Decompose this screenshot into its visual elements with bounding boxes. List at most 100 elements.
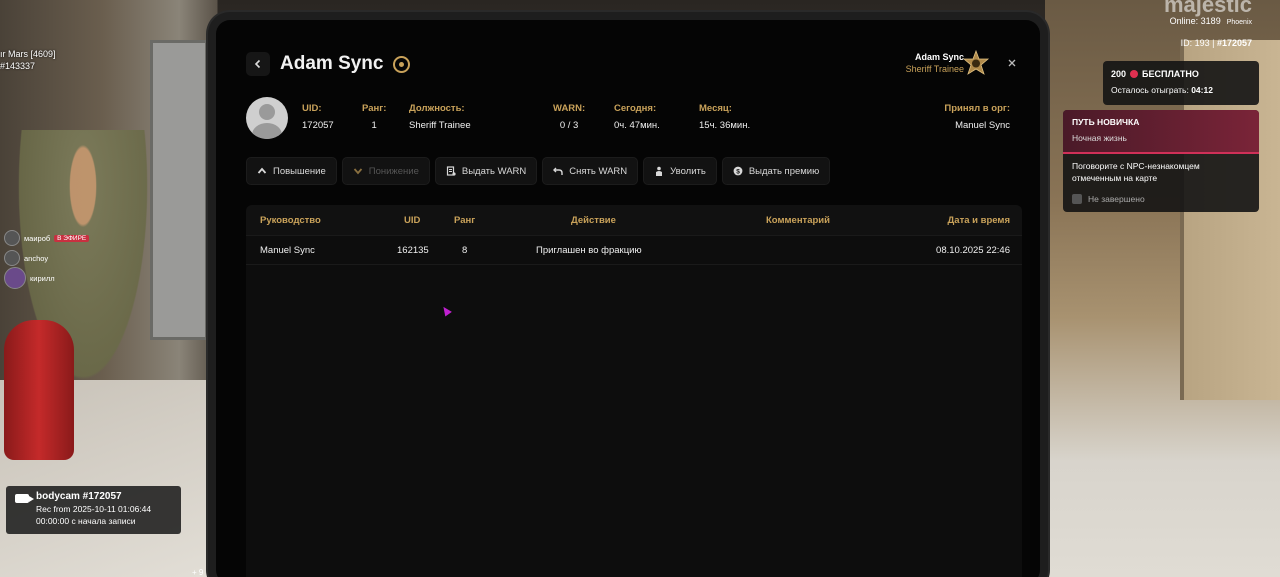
voice-list: маироб В ЭФИРЕ anchoy кирилл [4, 228, 90, 289]
table-header: Руководство UID Ранг Действие Комментари… [246, 205, 1022, 235]
cell-manager: Manuel Sync [260, 244, 315, 256]
stat-month: Месяц: 15ч. 36мин. [699, 103, 750, 131]
col-header-rank: Ранг [454, 214, 476, 226]
voice-item-name: маироб [24, 233, 51, 243]
server-info: majestic Online: 3189 Phoenix ID: 193 | #… [1164, 0, 1252, 48]
col-header-datetime: Дата и время [947, 214, 1010, 226]
stat-warn: WARN: 0 / 3 [553, 103, 585, 131]
col-header-uid: UID [404, 214, 421, 226]
stat-value: Manuel Sync [955, 120, 1010, 131]
col-header-manager: Руководство [260, 214, 321, 226]
nearby-player-id: #143337 [0, 61, 36, 71]
checkbox-icon [1072, 194, 1082, 204]
stat-uid: UID: 172057 [302, 103, 334, 131]
sheriff-badge-icon [962, 50, 990, 78]
stat-label: WARN: [553, 103, 586, 114]
warn-doc-icon [446, 166, 456, 176]
stat-accepted-by: Принял в орг: Manuel Sync [944, 103, 1010, 131]
close-button[interactable] [1004, 56, 1020, 72]
stat-rank: Ранг: 1 [362, 103, 386, 131]
stat-label: Должность: [409, 103, 465, 114]
avatar [4, 230, 20, 246]
promote-button[interactable]: Повышение [246, 157, 337, 185]
cell-rank: 8 [462, 244, 468, 256]
give-bonus-button[interactable]: $ Выдать премию [721, 157, 831, 185]
chevron-left-icon [254, 59, 261, 69]
stat-value: 1 [371, 120, 377, 131]
on-air-badge: В ЭФИРЕ [54, 234, 90, 242]
voice-item-name: кирилл [30, 273, 55, 283]
nearby-player-tag: ır Mars [4609] #143337 [0, 48, 56, 72]
stat-label: Сегодня: [614, 103, 657, 114]
avatar [4, 267, 26, 289]
stat-label: Принял в орг: [944, 103, 1010, 114]
history-table: Руководство UID Ранг Действие Комментари… [246, 205, 1022, 577]
nearby-player-name: ır Mars [4609] [0, 49, 56, 59]
demote-button[interactable]: Понижение [341, 157, 430, 185]
fire-user-icon [654, 166, 664, 176]
voice-item-name: anchoy [24, 253, 49, 263]
back-button[interactable] [246, 52, 270, 76]
give-warn-button[interactable]: Выдать WARN [434, 157, 538, 185]
current-user-rank: Sheriff Trainee [905, 64, 964, 74]
quest-status: Не завершено [1063, 190, 1259, 208]
stat-label: Ранг: [362, 103, 387, 114]
bodycam-rec: Rec from 2025-10-11 01:06:44 [36, 504, 152, 514]
page-header: Adam Sync [246, 52, 411, 76]
stat-label: UID: [302, 103, 322, 114]
player-id-prefix: ID: 193 | [1180, 38, 1215, 48]
quest-panel: ПУТЬ НОВИЧКА Ночная жизнь Поговорите с N… [1063, 110, 1259, 212]
chevron-down-icon [353, 166, 363, 176]
remove-warn-button[interactable]: Снять WARN [542, 157, 639, 185]
coin-icon [1130, 70, 1139, 78]
electrical-panel [150, 40, 208, 340]
chevron-up-icon [257, 166, 267, 176]
voice-item: anchoy [4, 248, 89, 268]
player-id-value: #172057 [1216, 38, 1252, 48]
voice-item: маироб В ЭФИРЕ [4, 228, 90, 248]
undo-icon [553, 166, 563, 176]
stat-value: 0ч. 47мин. [614, 120, 660, 131]
avatar [246, 97, 288, 139]
stat-value: 15ч. 36мин. [699, 120, 751, 131]
remove-warn-label: Снять WARN [569, 165, 628, 177]
cell-action: Приглашен во фракцию [536, 244, 642, 256]
fire-extinguisher [4, 320, 74, 460]
svg-text:$: $ [736, 168, 740, 175]
free-reward-panel: 200 БЕСПЛАТНО Осталось отыграть: 04:12 [1103, 61, 1259, 105]
free-amount: 200 [1111, 69, 1127, 79]
server-logo: majestic [1163, 0, 1252, 17]
give-warn-label: Выдать WARN [461, 165, 527, 177]
demote-label: Понижение [368, 165, 419, 177]
free-label: БЕСПЛАТНО [1142, 69, 1199, 79]
current-user-name: Adam Sync [914, 52, 964, 62]
give-bonus-label: Выдать премию [748, 165, 820, 177]
close-icon [1008, 59, 1016, 67]
coin-icon: $ [733, 166, 743, 176]
dismiss-button[interactable]: Уволить [643, 157, 717, 185]
stat-label: Месяц: [699, 103, 732, 114]
stat-today: Сегодня: 0ч. 47мин. [614, 103, 660, 131]
cell-uid: 162135 [397, 244, 429, 256]
voice-item: кирилл [4, 267, 89, 289]
remaining-label: Осталось отыграть: [1111, 85, 1189, 95]
bodycam-elapsed: 00:00:00 с начала записи [36, 516, 136, 526]
stat-value: 0 / 3 [559, 120, 579, 131]
col-header-comment: Комментарий [766, 214, 830, 226]
tablet-frame: Adam Sync Adam Sync Sheriff Trainee UID:… [208, 12, 1048, 577]
profile-summary: UID: 172057 Ранг: 1 Должность: Sheriff T… [246, 97, 1010, 141]
bodycam-title: bodycam #172057 [36, 491, 122, 502]
corner-counter: + 9 [192, 568, 204, 577]
avatar [4, 250, 20, 266]
page-title: Adam Sync [280, 53, 384, 74]
current-user: Adam Sync Sheriff Trainee [906, 52, 964, 74]
table-row[interactable]: Manuel Sync 162135 8 Приглашен во фракци… [246, 235, 1022, 265]
col-header-action: Действие [571, 214, 616, 226]
stat-value: Sheriff Trainee [409, 120, 471, 131]
quest-title: ПУТЬ НОВИЧКА [1072, 117, 1140, 127]
user-info-icon[interactable] [393, 55, 411, 73]
cell-datetime: 08.10.2025 22:46 [936, 244, 1010, 256]
remaining-time: 04:12 [1191, 85, 1213, 95]
tablet-screen: Adam Sync Adam Sync Sheriff Trainee UID:… [216, 20, 1040, 577]
bodycam-panel: bodycam #172057 Rec from 2025-10-11 01:0… [6, 486, 181, 534]
